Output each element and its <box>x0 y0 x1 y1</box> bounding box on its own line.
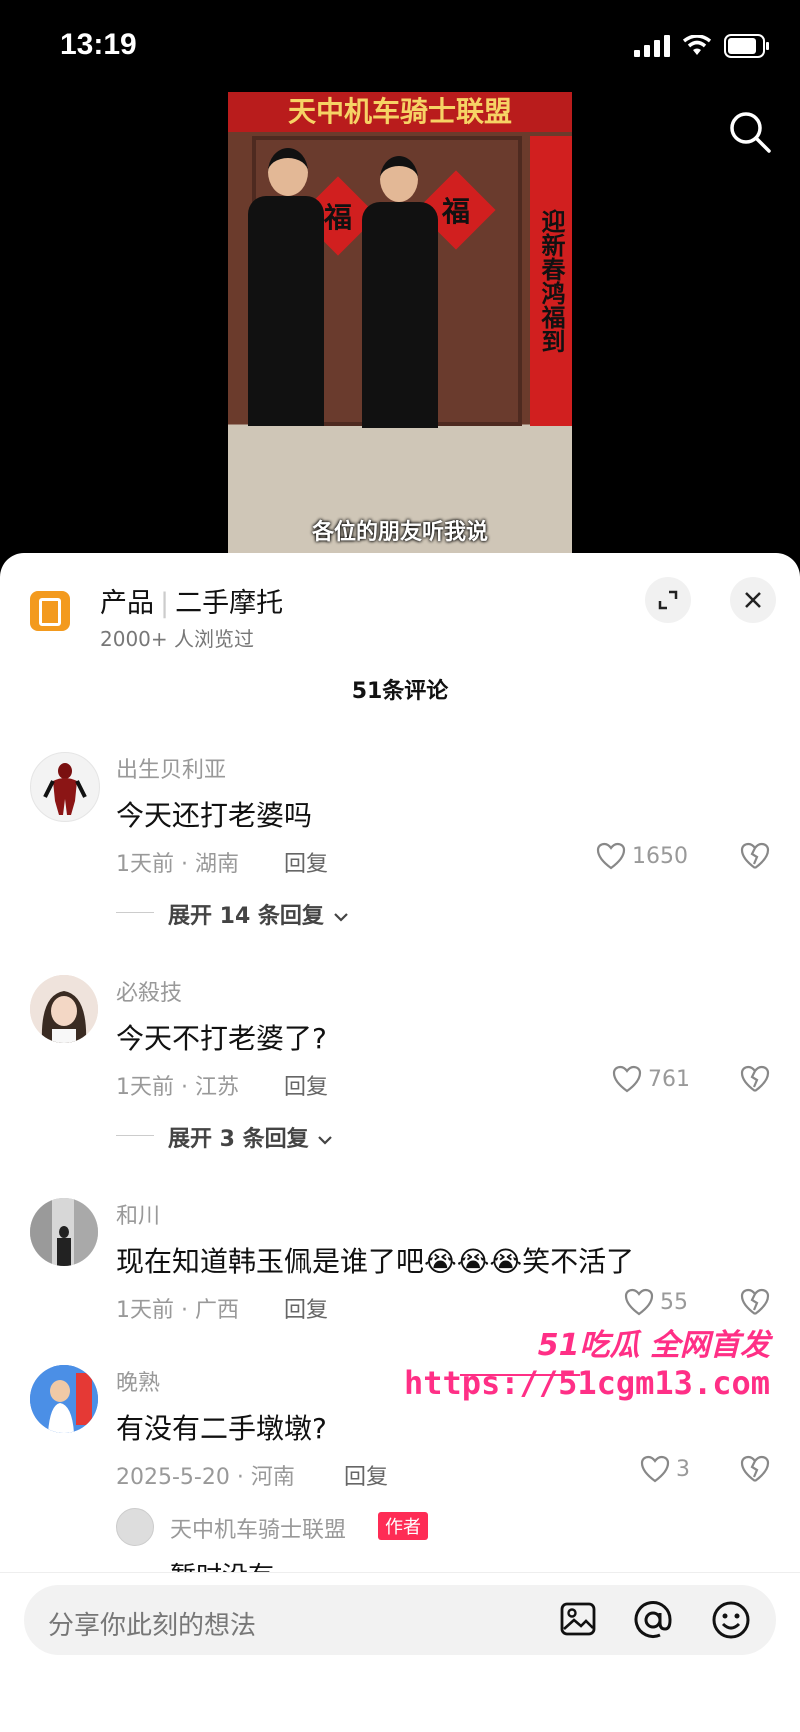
at-icon[interactable] <box>632 1599 674 1641</box>
reply-button[interactable]: 回复 <box>344 1459 388 1491</box>
like-button[interactable]: 1650 <box>596 842 688 870</box>
comment-text: 有没有二手墩墩? <box>116 1412 327 1445</box>
broken-heart-icon[interactable] <box>740 842 770 870</box>
like-button[interactable]: 55 <box>624 1288 688 1316</box>
heart-icon <box>612 1065 642 1093</box>
comment-input-placeholder: 分享你此刻的想法 <box>48 1611 257 1641</box>
chevron-down-icon <box>318 1136 333 1145</box>
comment-meta: 1天前 · 湖南 <box>116 852 239 877</box>
comment-text: 现在知道韩玉佩是谁了吧😭😭😭笑不活了 <box>116 1245 635 1278</box>
close-icon <box>745 592 761 608</box>
like-count: 761 <box>648 1066 690 1092</box>
avatar[interactable] <box>116 1508 154 1546</box>
reply-username[interactable]: 天中机车骑士联盟 <box>170 1512 346 1544</box>
status-icons <box>634 34 770 58</box>
expand-replies-label: 展开 14 条回复 <box>168 904 324 929</box>
close-button[interactable] <box>730 577 776 623</box>
avatar[interactable] <box>30 975 98 1043</box>
video-player[interactable]: 天中机车骑士联盟 福 福 迎新春鸿福到 各位的朋友听我说 <box>228 92 572 554</box>
reply-button[interactable]: 回复 <box>284 1069 328 1101</box>
chevron-down-icon <box>333 913 348 922</box>
broken-heart-icon[interactable] <box>740 1288 770 1316</box>
expand-replies-label: 展开 3 条回复 <box>168 1127 309 1152</box>
product-name: 二手摩托 <box>175 588 284 619</box>
product-title[interactable]: 产品 | 二手摩托 <box>100 581 283 620</box>
battery-icon <box>724 34 769 58</box>
broken-heart-icon[interactable] <box>740 1455 770 1483</box>
comment-username[interactable]: 晚熟 <box>116 1365 160 1397</box>
reply-button[interactable]: 回复 <box>284 1292 328 1324</box>
avatar[interactable] <box>30 1198 98 1266</box>
image-icon[interactable] <box>558 1599 598 1639</box>
signal-icon <box>634 35 670 57</box>
broken-heart-icon[interactable] <box>740 1065 770 1093</box>
like-button[interactable]: 3 <box>640 1455 690 1483</box>
like-count: 1650 <box>632 843 688 869</box>
product-label: 产品 <box>100 588 154 619</box>
person-left <box>248 196 324 426</box>
video-couplet: 迎新春鸿福到 <box>530 136 572 426</box>
comment-text: 今天还打老婆吗 <box>116 799 313 832</box>
product-icon <box>30 591 70 631</box>
wifi-icon <box>682 35 712 55</box>
video-caption: 各位的朋友听我说 <box>311 520 488 545</box>
heart-icon <box>624 1288 654 1316</box>
comment-meta: 2025-5-20 · 河南 <box>116 1465 295 1490</box>
heart-icon <box>640 1455 670 1483</box>
comment-username[interactable]: 出生贝利亚 <box>116 752 226 784</box>
comment-sheet: 产品 | 二手摩托 2000+ 人浏览过 51条评论 <box>0 553 800 1731</box>
heart-icon <box>596 842 626 870</box>
status-bar: 13:19 <box>0 0 800 95</box>
person-right-head <box>380 156 418 202</box>
watermark-url: https://51cgm13.com <box>403 1364 770 1402</box>
avatar[interactable] <box>30 1365 98 1433</box>
emoji-icon[interactable] <box>710 1599 752 1641</box>
expand-replies-button[interactable]: 展开 14 条回复 <box>168 898 350 930</box>
person-right <box>362 202 438 428</box>
comment-text: 今天不打老婆了? <box>116 1022 327 1055</box>
expand-replies-button[interactable]: 展开 3 条回复 <box>168 1121 334 1153</box>
like-count: 55 <box>660 1289 688 1315</box>
comments-count: 51条评论 <box>351 679 449 704</box>
watermark: 51吃瓜 全网首发 https://51cgm13.com <box>404 1320 790 1420</box>
like-button[interactable]: 761 <box>612 1065 690 1093</box>
expand-divider <box>116 1135 154 1136</box>
reply-button[interactable]: 回复 <box>284 846 328 878</box>
expand-divider <box>116 912 154 913</box>
search-icon[interactable] <box>728 110 772 154</box>
person-left-head <box>268 148 308 196</box>
title-separator: | <box>160 588 170 619</box>
author-badge: 作者 <box>378 1512 428 1540</box>
like-count: 3 <box>676 1456 690 1482</box>
status-time: 13:19 <box>60 28 137 61</box>
comment-meta: 1天前 · 江苏 <box>116 1075 239 1100</box>
expand-icon <box>658 590 678 610</box>
video-banner: 天中机车骑士联盟 <box>228 92 572 132</box>
comment-username[interactable]: 和川 <box>116 1198 160 1230</box>
watermark-title: 51吃瓜 全网首发 <box>537 1328 770 1363</box>
comment-meta: 1天前 · 广西 <box>116 1298 239 1323</box>
comment-username[interactable]: 必殺技 <box>116 975 182 1007</box>
expand-button[interactable] <box>645 577 691 623</box>
product-views: 2000+ 人浏览过 <box>100 627 255 651</box>
avatar[interactable] <box>30 752 100 822</box>
comment-input[interactable]: 分享你此刻的想法 <box>24 1585 776 1655</box>
comment-input-bar: 分享你此刻的想法 <box>0 1572 800 1732</box>
